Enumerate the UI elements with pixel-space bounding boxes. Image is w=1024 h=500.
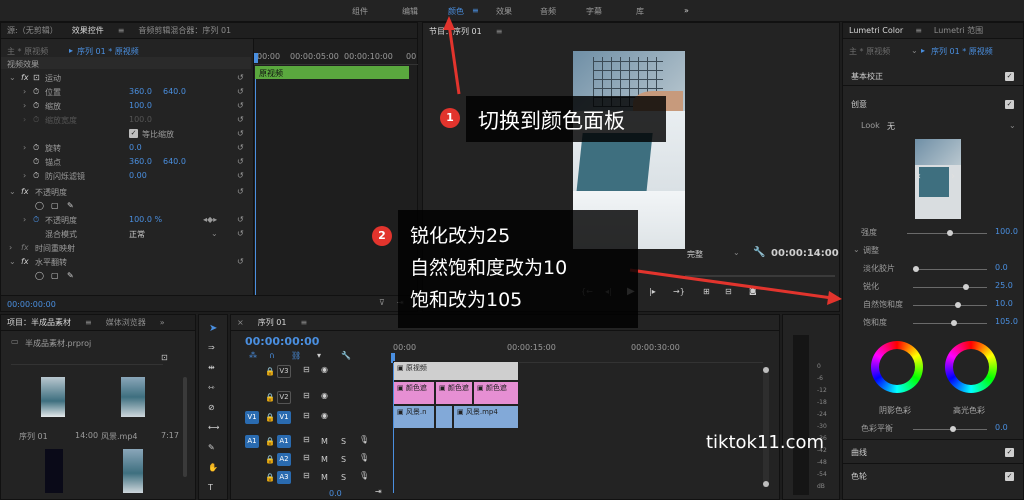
step-1-callout: 切换到颜色面板 (466, 96, 666, 142)
arrow-to-lumetri-adjust (629, 268, 833, 300)
step-2-text: 锐化改为25 自然饱和度改为10 饱和改为105 (410, 220, 567, 316)
step-1-text: 切换到颜色面板 (478, 109, 625, 133)
step-2-line: 自然饱和度改为10 (410, 257, 568, 279)
arrow-head (827, 291, 842, 305)
step-2-badge: 2 (372, 226, 392, 246)
step-1-badge: 1 (440, 108, 460, 128)
arrow-head (443, 16, 455, 30)
step-2-line: 饱和改为105 (410, 289, 523, 311)
step-2-line: 锐化改为25 (410, 225, 511, 247)
watermark-text: tiktok11.com (706, 432, 825, 453)
arrow-to-color-workspace (447, 23, 461, 95)
step-2-callout: 锐化改为25 自然饱和度改为10 饱和改为105 (398, 210, 638, 328)
